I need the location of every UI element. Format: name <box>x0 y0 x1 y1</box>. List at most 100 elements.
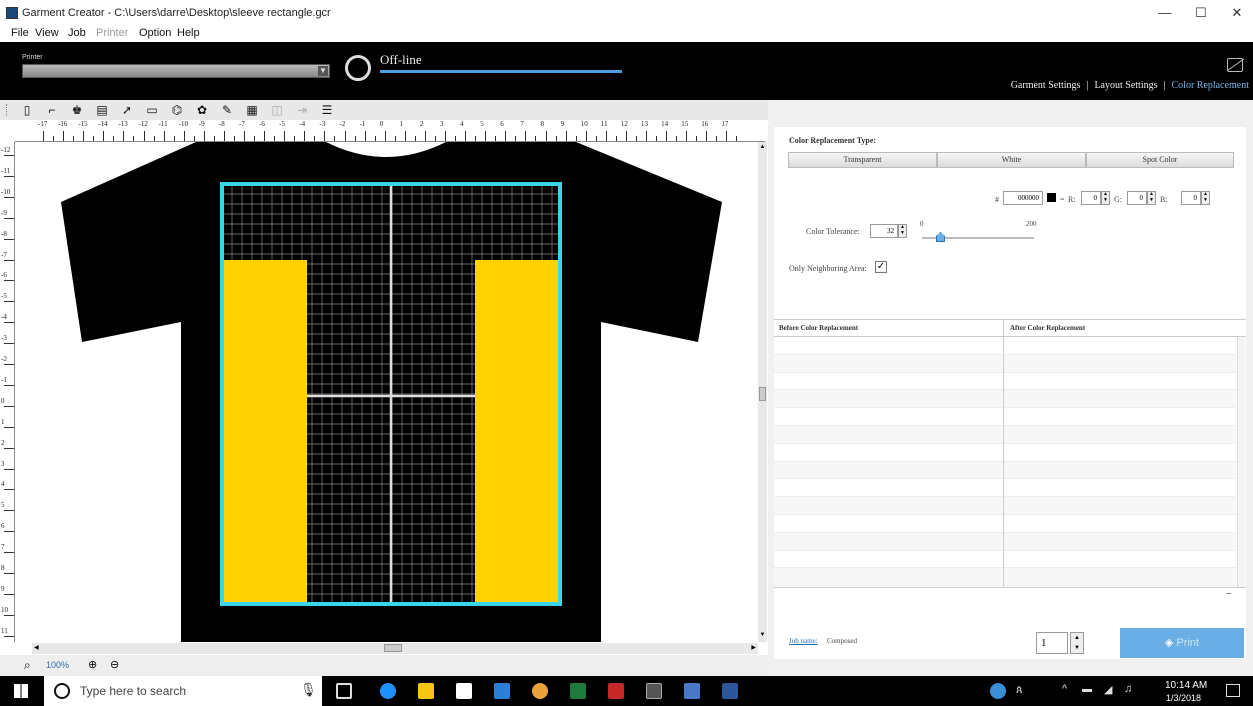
acrobat-icon[interactable] <box>608 683 624 699</box>
table-row[interactable] <box>774 568 1236 587</box>
hscroll-thumb[interactable] <box>384 644 402 652</box>
r-spinner[interactable]: ▲ ▼ <box>1101 191 1110 205</box>
file-explorer-icon[interactable] <box>418 683 434 699</box>
color-swatch[interactable] <box>1047 193 1056 202</box>
design-canvas[interactable] <box>16 142 758 642</box>
open-icon[interactable]: ⌐ <box>43 102 61 118</box>
menu-file[interactable]: File <box>11 27 29 39</box>
menu-view[interactable]: View <box>35 27 59 39</box>
b-input[interactable]: 0 <box>1181 191 1201 205</box>
table-row[interactable] <box>774 373 1236 391</box>
tshirt-icon[interactable]: ♚ <box>68 102 86 118</box>
align-center-icon[interactable]: ◫ <box>268 102 286 118</box>
zoom-level[interactable]: 100% <box>46 660 69 670</box>
replacement-table-body[interactable] <box>774 337 1236 587</box>
tab-color-replacement[interactable]: Color Replacement <box>1172 80 1249 91</box>
people-icon[interactable]: ጰ <box>1016 684 1023 697</box>
edge-icon[interactable] <box>380 683 396 699</box>
color-icon[interactable]: ✿ <box>193 102 211 118</box>
table-row[interactable] <box>774 337 1236 355</box>
g-input[interactable]: 0 <box>1127 191 1147 205</box>
type-white-button[interactable]: White <box>937 152 1086 168</box>
tolerance-input[interactable]: 32 <box>870 224 898 238</box>
windows-start-icon[interactable] <box>14 684 28 698</box>
microphone-icon[interactable]: 🎙 <box>300 682 317 698</box>
scroll-thumb[interactable] <box>759 387 766 401</box>
table-row[interactable] <box>774 497 1236 515</box>
menu-option[interactable]: Option <box>139 27 171 39</box>
search-box[interactable]: Type here to search 🎙 <box>44 676 322 706</box>
maximize-button[interactable]: ☐ <box>1186 5 1216 21</box>
zoom-in-icon[interactable]: ⊕ <box>88 658 97 671</box>
vertical-scrollbar[interactable]: ▲ ▼ <box>758 142 767 642</box>
magnifier-icon[interactable]: ⌕ <box>24 658 31 673</box>
g-spinner[interactable]: ▲ ▼ <box>1147 191 1156 205</box>
print-button[interactable]: ◈ Print <box>1120 628 1244 658</box>
chevron-down-icon[interactable]: ▼ <box>318 66 328 76</box>
clock-time[interactable]: 10:14 AM <box>1165 680 1207 691</box>
minimize-button[interactable]: — <box>1150 5 1180 20</box>
rectangle-icon[interactable]: ▭ <box>143 102 161 118</box>
scroll-down-icon[interactable]: ▼ <box>759 632 766 640</box>
table-row[interactable] <box>774 390 1236 409</box>
type-transparent-button[interactable]: Transparent <box>788 152 937 168</box>
b-spinner[interactable]: ▲ ▼ <box>1201 191 1210 205</box>
tolerance-spinner[interactable]: ▲ ▼ <box>898 224 907 238</box>
battery-icon[interactable]: ▬ <box>1082 684 1092 695</box>
horizontal-scrollbar[interactable]: ◀ ▶ <box>32 643 758 654</box>
chevron-up-icon[interactable]: ^ <box>1062 683 1067 695</box>
table-scrollbar[interactable] <box>1237 337 1245 587</box>
close-button[interactable]: ✕ <box>1222 5 1252 21</box>
help-icon[interactable] <box>990 683 1006 699</box>
clock-date[interactable]: 1/3/2018 <box>1166 693 1201 703</box>
app-icon-2[interactable] <box>684 683 700 699</box>
menu-job[interactable]: Job <box>68 27 86 39</box>
calculator-icon[interactable]: ▦ <box>243 102 261 118</box>
scroll-left-icon[interactable]: ◀ <box>34 644 39 651</box>
export-icon[interactable]: ➚ <box>118 102 136 118</box>
excel-icon[interactable] <box>570 683 586 699</box>
scroll-right-icon[interactable]: ▶ <box>751 644 756 651</box>
tab-garment-settings[interactable]: Garment Settings <box>1011 80 1081 91</box>
table-row[interactable] <box>774 532 1236 551</box>
shape-icon[interactable]: ⌬ <box>168 102 186 118</box>
menu-printer[interactable]: Printer <box>96 27 128 39</box>
menu-help[interactable]: Help <box>177 27 200 39</box>
volume-icon[interactable]: ♫ <box>1124 683 1132 695</box>
tab-layout-settings[interactable]: Layout Settings <box>1094 80 1157 91</box>
store-icon[interactable] <box>456 683 472 699</box>
outlook-icon[interactable] <box>494 683 510 699</box>
type-spot-color-button[interactable]: Spot Color <box>1086 152 1234 168</box>
copies-spinner[interactable]: ▲ ▼ <box>1070 632 1084 654</box>
table-row[interactable] <box>774 354 1236 373</box>
table-row[interactable] <box>774 425 1236 444</box>
job-name-link[interactable]: Job name: <box>789 637 818 645</box>
word-icon[interactable] <box>722 683 738 699</box>
table-row[interactable] <box>774 515 1236 533</box>
table-row[interactable] <box>774 461 1236 480</box>
printer-select[interactable] <box>22 64 330 78</box>
save-icon[interactable]: ▤ <box>93 102 111 118</box>
scroll-up-icon[interactable]: ▲ <box>759 144 766 152</box>
task-view-icon[interactable] <box>336 683 352 699</box>
chrome-icon[interactable] <box>532 683 548 699</box>
monitor-off-icon[interactable] <box>1227 58 1243 72</box>
neighboring-checkbox[interactable]: ✓ <box>875 261 887 273</box>
tolerance-slider-thumb[interactable] <box>935 232 945 242</box>
new-icon[interactable]: ▯ <box>18 102 36 118</box>
align-right-icon[interactable]: ⇥ <box>293 102 311 118</box>
table-row[interactable] <box>774 408 1236 426</box>
table-row[interactable] <box>774 444 1236 462</box>
eyedropper-icon[interactable]: ✎ <box>218 102 236 118</box>
zoom-out-icon[interactable]: ⊖ <box>110 658 119 671</box>
hex-input[interactable]: 000000 <box>1003 191 1043 205</box>
notification-icon[interactable] <box>1226 684 1240 697</box>
table-row[interactable] <box>774 551 1236 569</box>
garment-creator-icon[interactable] <box>646 683 662 699</box>
r-input[interactable]: 0 <box>1081 191 1101 205</box>
table-row[interactable] <box>774 479 1236 498</box>
list-icon[interactable]: ☰ <box>318 102 336 118</box>
copies-input[interactable]: 1 <box>1036 632 1068 654</box>
wifi-icon[interactable]: ◢ <box>1104 683 1112 696</box>
minus-button[interactable]: − <box>1226 589 1232 600</box>
